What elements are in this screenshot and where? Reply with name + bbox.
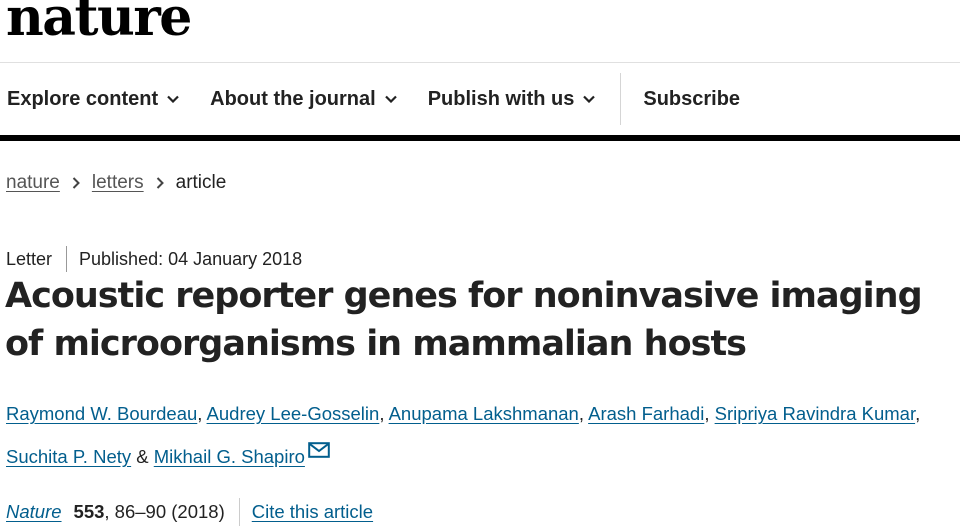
breadcrumb-link-letters[interactable]: letters xyxy=(92,172,144,194)
article-title: Acoustic reporter genes for noninvasive … xyxy=(5,276,923,364)
nav-subscribe[interactable]: Subscribe xyxy=(643,88,740,111)
author-separator: , xyxy=(704,403,710,424)
chevron-down-icon xyxy=(384,95,397,103)
article-meta: Letter Published: 04 January 2018 xyxy=(6,246,302,272)
nature-logo[interactable]: nature xyxy=(6,0,192,44)
cite-divider xyxy=(238,498,240,526)
nav-publish-with-us-label: Publish with us xyxy=(427,87,575,110)
article-type: Letter xyxy=(6,248,53,269)
published-date: Published: 04 January 2018 xyxy=(79,248,303,269)
main-nav: Explore content About the journal Publis… xyxy=(0,63,960,135)
volume-number: 553 xyxy=(73,501,105,522)
chevron-right-icon xyxy=(156,177,164,189)
citation: Nature 553, 86–90 (2018) Cite this artic… xyxy=(6,498,373,526)
nav-bottom-bar xyxy=(0,135,960,141)
nav-explore-content-label: Explore content xyxy=(7,87,159,110)
author-list: Raymond W. Bourdeau, Audrey Lee-Gosselin… xyxy=(6,392,956,478)
author-separator: , xyxy=(578,403,584,424)
journal-link[interactable]: Nature xyxy=(6,501,62,523)
cite-this-article-link[interactable]: Cite this article xyxy=(252,501,373,523)
author-link[interactable]: Mikhail G. Shapiro xyxy=(154,446,305,467)
nav-subscribe-label: Subscribe xyxy=(643,87,741,110)
chevron-down-icon xyxy=(167,95,179,103)
chevron-right-icon xyxy=(72,177,80,189)
nav-about-the-journal[interactable]: About the journal xyxy=(210,88,397,111)
author-link[interactable]: Audrey Lee-Gosselin xyxy=(207,403,380,424)
author-separator: , xyxy=(915,403,921,424)
author-separator: , xyxy=(197,403,203,424)
nav-explore-content[interactable]: Explore content xyxy=(7,88,179,111)
author-link[interactable]: Suchita P. Nety xyxy=(6,446,131,467)
author-link[interactable]: Sripriya Ravindra Kumar xyxy=(715,403,916,424)
breadcrumb: nature letters article xyxy=(6,172,226,194)
author-and: & xyxy=(136,446,149,467)
pages-year: , 86–90 (2018) xyxy=(104,501,225,522)
nav-about-the-journal-label: About the journal xyxy=(210,87,376,110)
nav-divider xyxy=(620,73,622,125)
author-link[interactable]: Anupama Lakshmanan xyxy=(389,403,579,424)
breadcrumb-current: article xyxy=(175,172,227,193)
breadcrumb-link-nature[interactable]: nature xyxy=(6,172,60,194)
meta-divider xyxy=(66,246,68,272)
chevron-down-icon xyxy=(583,95,596,103)
author-separator: , xyxy=(379,403,385,424)
mail-icon[interactable] xyxy=(308,442,330,458)
nav-publish-with-us[interactable]: Publish with us xyxy=(428,88,596,111)
author-link[interactable]: Raymond W. Bourdeau xyxy=(6,403,197,424)
author-link[interactable]: Arash Farhadi xyxy=(588,403,704,424)
